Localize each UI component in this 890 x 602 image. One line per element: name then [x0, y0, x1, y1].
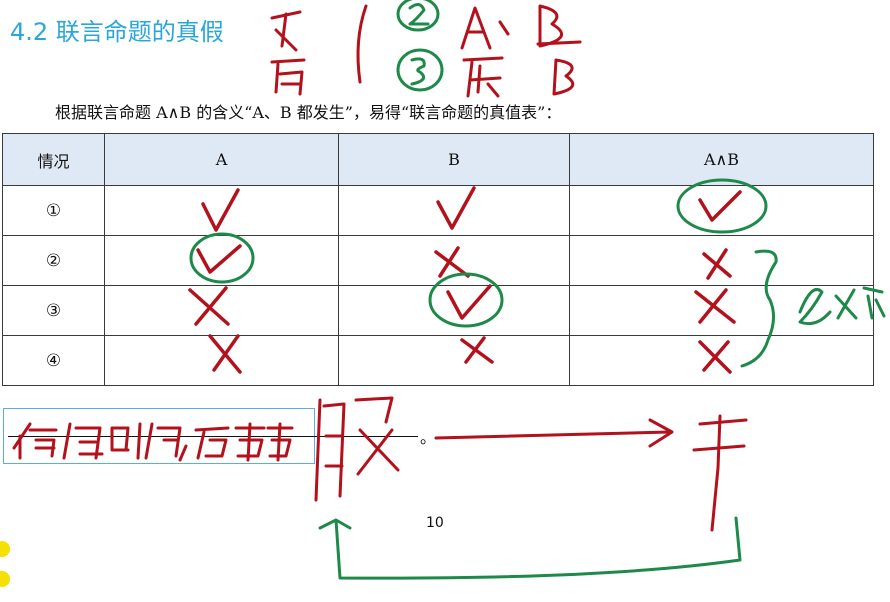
green-top-circles — [396, 0, 444, 92]
handwriting-layer — [12, 0, 886, 580]
red-bottom-scribbles — [12, 396, 748, 532]
red-table-marks — [188, 186, 742, 374]
green-table-circles — [189, 178, 886, 580]
